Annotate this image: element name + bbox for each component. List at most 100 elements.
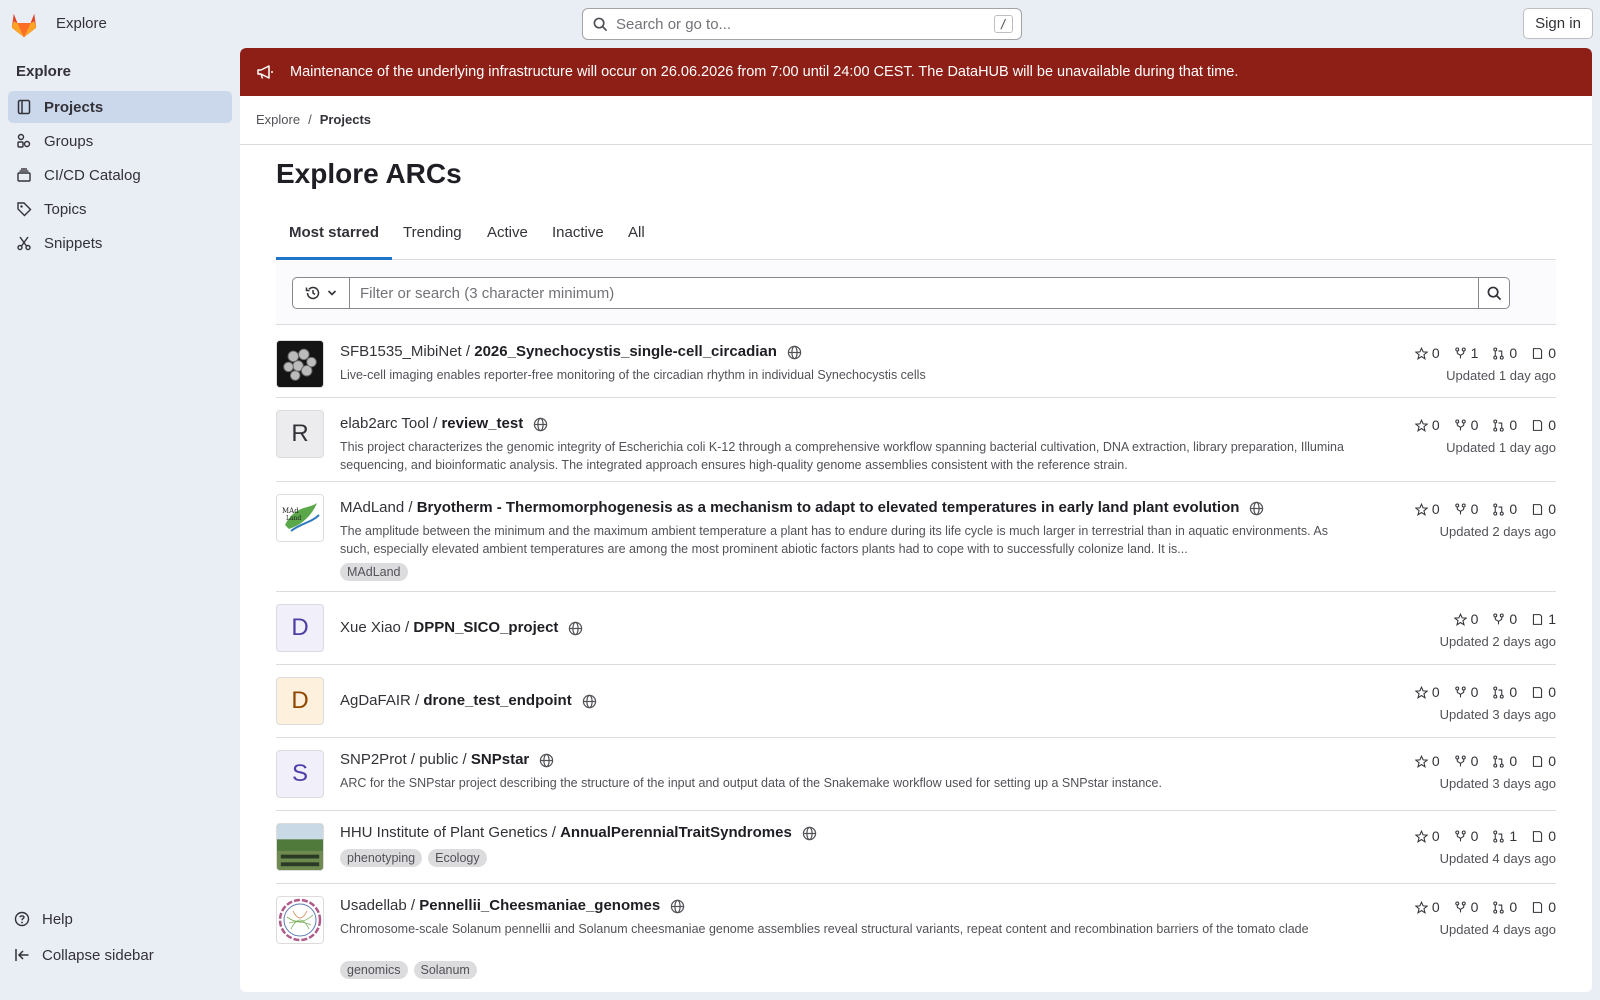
issue-count[interactable]: 0 bbox=[1531, 417, 1556, 433]
project-avatar[interactable]: D bbox=[276, 677, 324, 725]
topic-badge[interactable]: Solanum bbox=[413, 961, 477, 979]
snippet-icon bbox=[17, 236, 31, 251]
issue-count[interactable]: 0 bbox=[1531, 345, 1556, 361]
issue-count[interactable]: 0 bbox=[1531, 684, 1556, 700]
tab-active[interactable]: Active bbox=[487, 224, 528, 241]
tab-most-starred[interactable]: Most starred bbox=[289, 224, 379, 241]
issue-count[interactable]: 0 bbox=[1531, 828, 1556, 844]
tab-trending[interactable]: Trending bbox=[403, 224, 462, 241]
project-filter-input[interactable]: Filter or search (3 character minimum) bbox=[349, 277, 1479, 309]
star-count[interactable]: 0 bbox=[1414, 684, 1440, 700]
banner-text: Maintenance of the underlying infrastruc… bbox=[290, 64, 1239, 80]
project-avatar[interactable] bbox=[276, 340, 324, 388]
issue-count[interactable]: 1 bbox=[1531, 611, 1556, 627]
fork-count[interactable]: 0 bbox=[1492, 611, 1517, 627]
star-icon bbox=[1414, 346, 1428, 360]
star-icon bbox=[1414, 900, 1428, 914]
merge-request-count[interactable]: 0 bbox=[1492, 753, 1517, 769]
star-count[interactable]: 0 bbox=[1414, 345, 1440, 361]
collapse-sidebar-button[interactable]: Collapse sidebar bbox=[8, 939, 232, 971]
project-avatar[interactable] bbox=[276, 896, 324, 944]
issue-count-value: 0 bbox=[1548, 501, 1556, 517]
star-count[interactable]: 0 bbox=[1414, 417, 1440, 433]
issue-count-value: 1 bbox=[1548, 611, 1556, 627]
project-row: Usadellab / Pennellii_Cheesmaniae_genome… bbox=[276, 884, 1556, 992]
star-count[interactable]: 0 bbox=[1414, 501, 1440, 517]
issue-count[interactable]: 0 bbox=[1531, 501, 1556, 517]
sidebar-item-projects[interactable]: Projects bbox=[8, 91, 232, 123]
project-stats: 0 0 0 0 bbox=[1414, 684, 1556, 700]
topic-badge[interactable]: Ecology bbox=[428, 849, 487, 867]
project-avatar[interactable]: D bbox=[276, 604, 324, 652]
sidebar-item-groups[interactable]: Groups bbox=[8, 125, 232, 157]
star-count[interactable]: 0 bbox=[1453, 611, 1478, 627]
merge-request-count[interactable]: 0 bbox=[1492, 684, 1517, 700]
tab-all[interactable]: All bbox=[628, 224, 645, 241]
fork-count[interactable]: 0 bbox=[1454, 828, 1478, 844]
project-name-link[interactable]: MAdLand / Bryotherm - Thermomorphogenesi… bbox=[340, 499, 1264, 516]
project-description: Live-cell imaging enables reporter-free … bbox=[340, 368, 926, 382]
project-avatar[interactable]: S bbox=[276, 750, 324, 798]
project-name-link[interactable]: HHU Institute of Plant Genetics / Annual… bbox=[340, 824, 817, 841]
updated-time: Updated 4 days ago bbox=[1439, 922, 1556, 937]
project-name-link[interactable]: elab2arc Tool / review_test bbox=[340, 415, 548, 432]
sidebar-item-ci-cd-catalog[interactable]: CI/CD Catalog bbox=[8, 159, 232, 191]
fork-count[interactable]: 0 bbox=[1454, 753, 1478, 769]
sign-in-button[interactable]: Sign in bbox=[1523, 8, 1593, 39]
issue-icon bbox=[1533, 347, 1543, 359]
fork-count[interactable]: 1 bbox=[1454, 345, 1478, 361]
merge-request-count[interactable]: 0 bbox=[1492, 417, 1517, 433]
megaphone-icon bbox=[257, 65, 273, 79]
issue-icon bbox=[1533, 686, 1543, 698]
breadcrumb-projects[interactable]: Projects bbox=[320, 112, 371, 127]
merge-request-count[interactable]: 1 bbox=[1492, 828, 1517, 844]
merge-request-count[interactable]: 0 bbox=[1492, 345, 1517, 361]
broadcast-banner: Maintenance of the underlying infrastruc… bbox=[240, 48, 1592, 96]
project-name-link[interactable]: SNP2Prot / public / SNPstar bbox=[340, 751, 554, 768]
star-count[interactable]: 0 bbox=[1414, 899, 1440, 915]
fork-count-value: 0 bbox=[1470, 501, 1479, 517]
fork-count-value: 0 bbox=[1509, 611, 1518, 627]
issue-count[interactable]: 0 bbox=[1531, 753, 1556, 769]
topic-badge[interactable]: genomics bbox=[340, 961, 408, 979]
topbar-title[interactable]: Explore bbox=[56, 15, 107, 32]
fork-icon bbox=[1493, 612, 1505, 624]
project-name: review_test bbox=[441, 415, 524, 432]
merge-request-count[interactable]: 0 bbox=[1492, 899, 1517, 915]
star-count[interactable]: 0 bbox=[1414, 828, 1440, 844]
sidebar-item-label: Projects bbox=[44, 98, 104, 116]
gitlab-logo-icon[interactable] bbox=[8, 10, 40, 38]
fork-count[interactable]: 0 bbox=[1454, 899, 1478, 915]
tab-inactive[interactable]: Inactive bbox=[552, 224, 604, 241]
star-count-value: 0 bbox=[1431, 345, 1440, 361]
updated-time: Updated 1 day ago bbox=[1446, 440, 1556, 455]
issue-count[interactable]: 0 bbox=[1531, 899, 1556, 915]
project-avatar[interactable] bbox=[276, 823, 324, 871]
merge-request-count-value: 0 bbox=[1509, 899, 1518, 915]
help-button[interactable]: Help bbox=[8, 903, 232, 935]
merge-request-count[interactable]: 0 bbox=[1492, 501, 1517, 517]
topic-badge[interactable]: MAdLand bbox=[340, 563, 408, 581]
sidebar-item-topics[interactable]: Topics bbox=[8, 193, 232, 225]
history-icon bbox=[305, 286, 320, 300]
topic-badge[interactable]: phenotyping bbox=[340, 849, 423, 867]
sidebar-item-snippets[interactable]: Snippets bbox=[8, 227, 232, 259]
project-name-link[interactable]: Xue Xiao / DPPN_SICO_project bbox=[340, 619, 583, 636]
fork-count[interactable]: 0 bbox=[1454, 684, 1478, 700]
recent-searches-button[interactable] bbox=[292, 277, 350, 309]
project-name: drone_test_endpoint bbox=[423, 692, 572, 709]
project-name-link[interactable]: Usadellab / Pennellii_Cheesmaniae_genome… bbox=[340, 897, 685, 914]
filter-search-button[interactable] bbox=[1478, 277, 1510, 309]
fork-count[interactable]: 0 bbox=[1454, 417, 1478, 433]
breadcrumb-explore[interactable]: Explore bbox=[256, 112, 300, 127]
star-icon bbox=[1414, 418, 1428, 432]
project-name-link[interactable]: AgDaFAIR / drone_test_endpoint bbox=[340, 692, 597, 709]
project-name: AnnualPerennialTraitSyndromes bbox=[560, 824, 792, 841]
project-name-link[interactable]: SFB1535_MibiNet / 2026_Synechocystis_sin… bbox=[340, 343, 802, 360]
main-panel: Maintenance of the underlying infrastruc… bbox=[240, 48, 1592, 992]
project-avatar[interactable]: R bbox=[276, 410, 324, 458]
star-count[interactable]: 0 bbox=[1414, 753, 1440, 769]
global-search-input[interactable]: Search or go to... / bbox=[582, 8, 1022, 40]
project-avatar[interactable]: MAd Land bbox=[276, 494, 324, 542]
fork-count[interactable]: 0 bbox=[1454, 501, 1479, 517]
